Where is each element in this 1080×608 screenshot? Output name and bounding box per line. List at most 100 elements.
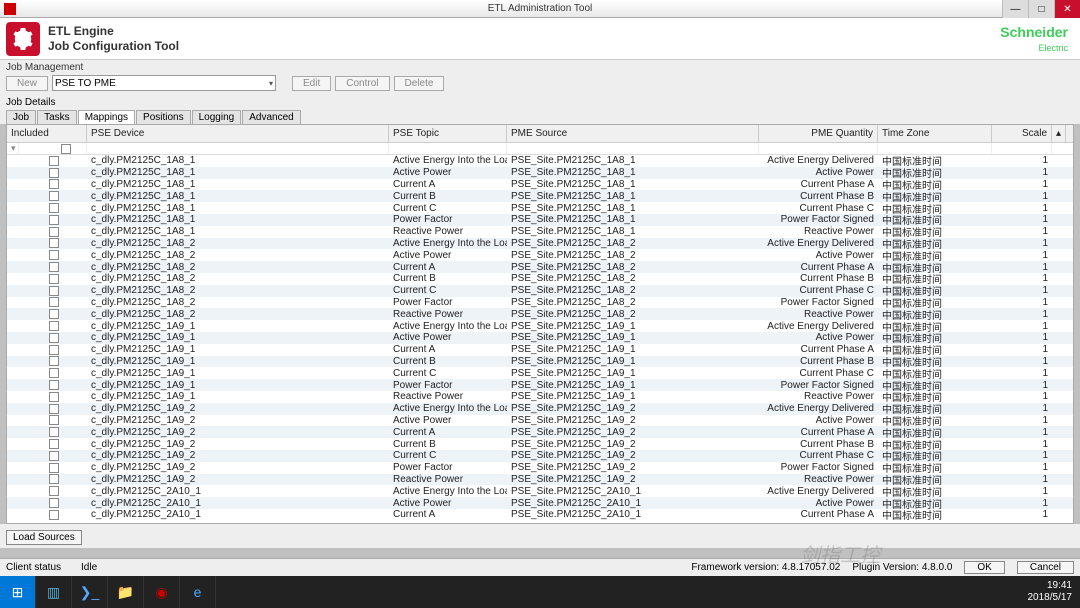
row-included-checkbox[interactable]	[49, 474, 59, 484]
tab-tasks[interactable]: Tasks	[37, 110, 77, 124]
taskbar-ie-icon[interactable]: e	[180, 576, 216, 608]
table-row[interactable]: c_dly.PM2125C_2A10_1Active PowerPSE_Site…	[7, 497, 1073, 509]
table-row[interactable]: c_dly.PM2125C_1A8_1Current APSE_Site.PM2…	[7, 179, 1073, 191]
row-included-checkbox[interactable]	[49, 250, 59, 260]
tab-logging[interactable]: Logging	[192, 110, 242, 124]
ok-button[interactable]: OK	[964, 561, 1004, 574]
system-tray[interactable]: 19:41 2018/5/17	[1020, 580, 1080, 604]
cell-pse-device: c_dly.PM2125C_1A8_1	[87, 214, 389, 226]
col-time-zone[interactable]: Time Zone	[878, 125, 992, 142]
table-row[interactable]: c_dly.PM2125C_1A9_1Current APSE_Site.PM2…	[7, 344, 1073, 356]
load-sources-button[interactable]: Load Sources	[6, 530, 82, 545]
row-included-checkbox[interactable]	[49, 286, 59, 296]
row-included-checkbox[interactable]	[49, 274, 59, 284]
row-included-checkbox[interactable]	[49, 191, 59, 201]
table-row[interactable]: c_dly.PM2125C_1A8_2Active PowerPSE_Site.…	[7, 249, 1073, 261]
table-row[interactable]: c_dly.PM2125C_1A9_1Power FactorPSE_Site.…	[7, 379, 1073, 391]
row-included-checkbox[interactable]	[49, 309, 59, 319]
table-row[interactable]: c_dly.PM2125C_1A9_2Current CPSE_Site.PM2…	[7, 450, 1073, 462]
row-included-checkbox[interactable]	[49, 203, 59, 213]
start-button[interactable]: ⊞	[0, 576, 36, 608]
table-row[interactable]: c_dly.PM2125C_1A8_1Active PowerPSE_Site.…	[7, 167, 1073, 179]
row-included-checkbox[interactable]	[49, 392, 59, 402]
table-row[interactable]: c_dly.PM2125C_1A9_1Active Energy Into th…	[7, 320, 1073, 332]
row-included-checkbox[interactable]	[49, 439, 59, 449]
row-included-checkbox[interactable]	[49, 404, 59, 414]
edit-button[interactable]: Edit	[292, 76, 331, 91]
table-row[interactable]: c_dly.PM2125C_1A8_2Current APSE_Site.PM2…	[7, 261, 1073, 273]
row-included-checkbox[interactable]	[49, 238, 59, 248]
close-button[interactable]: ✕	[1054, 0, 1080, 18]
table-row[interactable]: c_dly.PM2125C_1A9_2Active Energy Into th…	[7, 403, 1073, 415]
row-included-checkbox[interactable]	[49, 486, 59, 496]
cell-pme-quantity: Active Energy Delivered	[759, 485, 878, 497]
delete-button[interactable]: Delete	[394, 76, 445, 91]
row-included-checkbox[interactable]	[49, 321, 59, 331]
table-row[interactable]: c_dly.PM2125C_1A9_2Current BPSE_Site.PM2…	[7, 438, 1073, 450]
taskbar-server-manager-icon[interactable]: ▥	[36, 576, 72, 608]
tab-advanced[interactable]: Advanced	[242, 110, 300, 124]
col-included[interactable]: Included	[7, 125, 87, 142]
row-included-checkbox[interactable]	[49, 333, 59, 343]
row-included-checkbox[interactable]	[49, 451, 59, 461]
row-included-checkbox[interactable]	[49, 156, 59, 166]
table-row[interactable]: c_dly.PM2125C_1A8_2Current CPSE_Site.PM2…	[7, 285, 1073, 297]
cell-scale: 1	[992, 450, 1052, 462]
table-row[interactable]: c_dly.PM2125C_1A9_2Current APSE_Site.PM2…	[7, 426, 1073, 438]
row-included-checkbox[interactable]	[49, 510, 59, 520]
table-row[interactable]: c_dly.PM2125C_1A9_2Power FactorPSE_Site.…	[7, 462, 1073, 474]
table-row[interactable]: c_dly.PM2125C_1A8_2Active Energy Into th…	[7, 238, 1073, 250]
row-included-checkbox[interactable]	[49, 297, 59, 307]
row-included-checkbox[interactable]	[49, 262, 59, 272]
col-pme-quantity[interactable]: PME Quantity	[759, 125, 878, 142]
row-included-checkbox[interactable]	[49, 356, 59, 366]
row-included-checkbox[interactable]	[49, 168, 59, 178]
table-row[interactable]: c_dly.PM2125C_1A8_1Power FactorPSE_Site.…	[7, 214, 1073, 226]
table-row[interactable]: c_dly.PM2125C_1A8_1Current BPSE_Site.PM2…	[7, 190, 1073, 202]
tab-job[interactable]: Job	[6, 110, 36, 124]
table-row[interactable]: c_dly.PM2125C_1A9_2Reactive PowerPSE_Sit…	[7, 474, 1073, 486]
table-row[interactable]: c_dly.PM2125C_1A9_2Active PowerPSE_Site.…	[7, 415, 1073, 427]
row-included-checkbox[interactable]	[49, 215, 59, 225]
cancel-button[interactable]: Cancel	[1017, 561, 1074, 574]
row-included-checkbox[interactable]	[49, 427, 59, 437]
tab-mappings[interactable]: Mappings	[78, 110, 135, 124]
taskbar-app-icon[interactable]: ◉	[144, 576, 180, 608]
row-included-checkbox[interactable]	[49, 345, 59, 355]
table-row[interactable]: c_dly.PM2125C_1A8_1Current CPSE_Site.PM2…	[7, 202, 1073, 214]
table-body[interactable]: c_dly.PM2125C_1A8_1Active Energy Into th…	[7, 155, 1073, 523]
table-row[interactable]: c_dly.PM2125C_1A8_1Reactive PowerPSE_Sit…	[7, 226, 1073, 238]
table-row[interactable]: c_dly.PM2125C_1A8_2Reactive PowerPSE_Sit…	[7, 308, 1073, 320]
job-select-combo[interactable]: PSE TO PME▾	[52, 75, 276, 91]
new-button[interactable]: New	[6, 76, 48, 91]
row-included-checkbox[interactable]	[49, 463, 59, 473]
table-row[interactable]: c_dly.PM2125C_1A8_1Active Energy Into th…	[7, 155, 1073, 167]
filter-row[interactable]: ▾	[7, 143, 1073, 155]
col-pse-device[interactable]: PSE Device	[87, 125, 389, 142]
table-row[interactable]: c_dly.PM2125C_1A8_2Power FactorPSE_Site.…	[7, 297, 1073, 309]
table-row[interactable]: c_dly.PM2125C_1A9_1Current CPSE_Site.PM2…	[7, 367, 1073, 379]
maximize-button[interactable]: □	[1028, 0, 1054, 18]
taskbar-powershell-icon[interactable]: ❯_	[72, 576, 108, 608]
table-row[interactable]: c_dly.PM2125C_1A9_1Active PowerPSE_Site.…	[7, 332, 1073, 344]
row-included-checkbox[interactable]	[49, 227, 59, 237]
minimize-button[interactable]: —	[1002, 0, 1028, 18]
row-included-checkbox[interactable]	[49, 179, 59, 189]
control-button[interactable]: Control	[335, 76, 389, 91]
row-included-checkbox[interactable]	[49, 415, 59, 425]
col-scroll-gutter: ▴	[1052, 125, 1066, 142]
col-scale[interactable]: Scale	[992, 125, 1052, 142]
table-row[interactable]: c_dly.PM2125C_2A10_1Current APSE_Site.PM…	[7, 509, 1073, 521]
row-included-checkbox[interactable]	[49, 368, 59, 378]
row-included-checkbox[interactable]	[49, 380, 59, 390]
taskbar-explorer-icon[interactable]: 📁	[108, 576, 144, 608]
row-included-checkbox[interactable]	[49, 498, 59, 508]
filter-included-checkbox[interactable]	[61, 144, 71, 154]
col-pse-topic[interactable]: PSE Topic	[389, 125, 507, 142]
col-pme-source[interactable]: PME Source	[507, 125, 759, 142]
table-row[interactable]: c_dly.PM2125C_1A8_2Current BPSE_Site.PM2…	[7, 273, 1073, 285]
tab-positions[interactable]: Positions	[136, 110, 191, 124]
table-row[interactable]: c_dly.PM2125C_1A9_1Current BPSE_Site.PM2…	[7, 356, 1073, 368]
table-row[interactable]: c_dly.PM2125C_2A10_1Active Energy Into t…	[7, 485, 1073, 497]
table-row[interactable]: c_dly.PM2125C_1A9_1Reactive PowerPSE_Sit…	[7, 391, 1073, 403]
